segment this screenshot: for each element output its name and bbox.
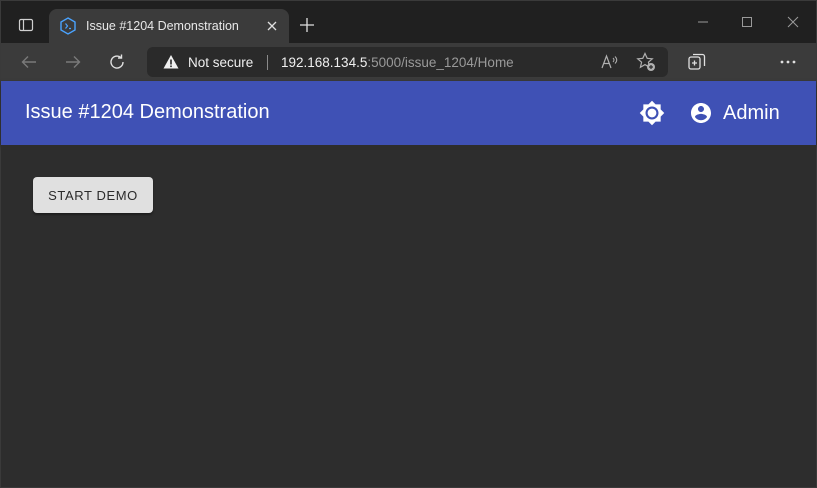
- address-bar[interactable]: Not secure 192.168.134.5:5000/issue_1204…: [147, 47, 668, 77]
- security-label[interactable]: Not secure: [188, 55, 253, 70]
- more-options-icon[interactable]: [777, 51, 799, 73]
- url-text[interactable]: 192.168.134.5:5000/issue_1204/Home: [281, 55, 514, 70]
- tab-strip: Issue #1204 Demonstration: [1, 1, 816, 43]
- app-bar: Issue #1204 Demonstration Admin: [1, 81, 816, 145]
- tab-actions-icon[interactable]: [11, 11, 41, 39]
- new-tab-icon[interactable]: [295, 13, 319, 37]
- tab-close-icon[interactable]: [263, 17, 281, 35]
- user-name: Admin: [723, 101, 780, 124]
- app-title: Issue #1204 Demonstration: [25, 101, 270, 123]
- tab-title: Issue #1204 Demonstration: [86, 19, 239, 33]
- brightness-icon[interactable]: [639, 100, 665, 126]
- browser-toolbar: Not secure 192.168.134.5:5000/issue_1204…: [1, 43, 816, 81]
- omnibox-divider: [267, 55, 268, 70]
- user-menu-button[interactable]: Admin: [689, 99, 780, 127]
- close-window-icon[interactable]: [781, 11, 805, 33]
- url-host: 192.168.134.5: [281, 55, 368, 70]
- main-content: START DEMO: [1, 145, 816, 487]
- browser-tab[interactable]: Issue #1204 Demonstration: [49, 9, 289, 43]
- collections-icon[interactable]: [686, 51, 708, 73]
- reload-icon[interactable]: [103, 49, 131, 75]
- read-aloud-icon[interactable]: [600, 52, 620, 72]
- account-circle-icon: [689, 101, 713, 125]
- add-favorite-icon[interactable]: [636, 52, 656, 72]
- browser-window: Issue #1204 Demonstration Not secure 192…: [0, 0, 817, 488]
- favicon-icon: [59, 17, 77, 35]
- minimize-icon[interactable]: [691, 11, 715, 33]
- start-demo-button[interactable]: START DEMO: [33, 177, 153, 213]
- back-arrow-icon[interactable]: [15, 49, 43, 75]
- url-path: :5000/issue_1204/Home: [367, 55, 514, 70]
- maximize-icon[interactable]: [735, 11, 759, 33]
- warning-icon[interactable]: [163, 54, 179, 70]
- forward-arrow-icon[interactable]: [59, 49, 87, 75]
